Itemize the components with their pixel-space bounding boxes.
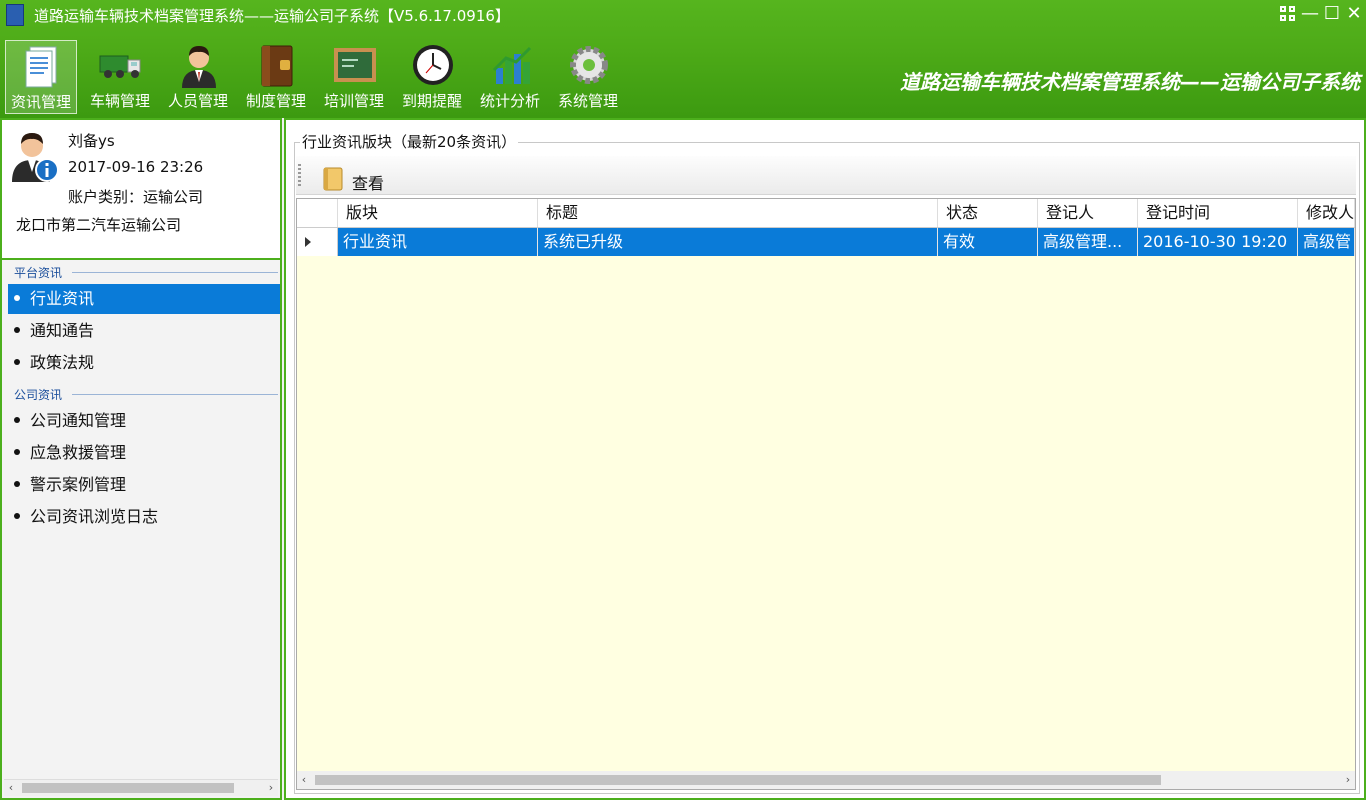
toolbar-personnel-management[interactable]: 人员管理: [162, 40, 234, 114]
toolbar-label: 车辆管理: [89, 92, 150, 110]
toolbar-label: 系统管理: [557, 92, 618, 110]
toolbar-system-management[interactable]: 系统管理: [552, 40, 624, 114]
scrollbar-thumb[interactable]: [315, 775, 1161, 785]
grid-icon: [1280, 6, 1296, 22]
cell-register-time[interactable]: 2016-10-30 19:20: [1138, 228, 1298, 256]
toolbar-statistics[interactable]: 统计分析: [474, 40, 546, 114]
toolbar-label: 人员管理: [167, 92, 228, 110]
user-info: 刘备ys 2017-09-16 23:26 账户类别：运输公司 龙口市第二汽车运…: [2, 120, 280, 260]
group-header-company: 公司资讯: [14, 388, 63, 402]
grid-header: 版块 标题 状态 登记人 登记时间 修改人: [297, 199, 1355, 228]
login-datetime: 2017-09-16 23:26: [68, 158, 204, 176]
sidebar-item-browse-log[interactable]: 公司资讯浏览日志: [8, 502, 280, 532]
scrollbar-thumb[interactable]: [22, 783, 234, 793]
divider: [72, 394, 278, 395]
sidebar-item-label: 应急救援管理: [30, 443, 127, 462]
chalkboard-icon: [334, 48, 376, 82]
left-panel: 刘备ys 2017-09-16 23:26 账户类别：运输公司 龙口市第二汽车运…: [0, 118, 282, 800]
column-header-modifier[interactable]: 修改人: [1298, 199, 1355, 227]
sidebar-item-policies[interactable]: 政策法规: [8, 348, 280, 378]
toolbar-news-management[interactable]: 资讯管理: [5, 40, 77, 114]
toolbar-label: 制度管理: [245, 92, 306, 110]
column-header-registrar[interactable]: 登记人: [1038, 199, 1138, 227]
group-header-platform: 平台资讯: [14, 266, 63, 280]
bullet: [14, 513, 20, 519]
sidebar-item-warning-cases[interactable]: 警示案例管理: [8, 470, 280, 500]
gear-icon: [570, 46, 608, 84]
account-type: 账户类别：运输公司: [68, 188, 204, 206]
app-icon: [6, 4, 24, 26]
notebook-icon: [323, 167, 343, 191]
news-document-icon: [25, 46, 57, 88]
close-button[interactable]: ✕: [1342, 2, 1366, 26]
sidebar-item-notices[interactable]: 通知通告: [8, 316, 280, 346]
bullet: [14, 359, 20, 365]
scroll-left-icon[interactable]: ‹: [297, 772, 311, 788]
toolbar-grip: [298, 164, 301, 186]
toolbar-label: 统计分析: [479, 92, 540, 110]
minimize-button[interactable]: —: [1298, 2, 1322, 26]
sidebar-item-label: 政策法规: [30, 353, 95, 372]
truck-icon: [99, 55, 141, 78]
cell-registrar[interactable]: 高级管理...: [1038, 228, 1138, 256]
toolbar-label: 培训管理: [323, 92, 384, 110]
sidebar-item-label: 公司资讯浏览日志: [30, 507, 159, 526]
column-header-title[interactable]: 标题: [538, 199, 938, 227]
main-panel: 行业资讯版块（最新20条资讯） 查看 版块 标题 状态 登记人 登记时间 修改人…: [284, 118, 1366, 800]
layout-grid-button[interactable]: [1276, 2, 1300, 26]
cell-status[interactable]: 有效: [938, 228, 1038, 256]
grid-toolbar: 查看: [296, 156, 1356, 195]
view-button-label: 查看: [352, 174, 385, 193]
toolbar-expiry-reminder[interactable]: 到期提醒: [396, 40, 468, 114]
user-avatar-icon: [12, 133, 59, 182]
maximize-button[interactable]: ☐: [1320, 2, 1344, 26]
grid-horizontal-scrollbar[interactable]: ‹ ›: [297, 771, 1355, 789]
window-title: 道路运输车辆技术档案管理系统——运输公司子系统【V5.6.17.0916】: [34, 7, 510, 25]
news-grid: 版块 标题 状态 登记人 登记时间 修改人 行业资讯 系统已升级 有效 高级管理…: [296, 198, 1356, 790]
sidebar-item-emergency-rescue[interactable]: 应急救援管理: [8, 438, 280, 468]
title-bar: 道路运输车辆技术档案管理系统——运输公司子系统【V5.6.17.0916】 — …: [0, 0, 1366, 30]
toolbar-training-management[interactable]: 培训管理: [318, 40, 390, 114]
user-name: 刘备ys: [68, 132, 115, 150]
person-icon: [182, 46, 216, 88]
toolbar-label: 资讯管理: [10, 93, 71, 111]
view-button[interactable]: 查看: [308, 160, 388, 193]
top-banner: 道路运输车辆技术档案管理系统——运输公司子系统【V5.6.17.0916】 — …: [0, 0, 1366, 118]
sidebar-item-industry-news[interactable]: 行业资讯: [8, 284, 280, 314]
column-header-section[interactable]: 版块: [338, 199, 538, 227]
brand-title: 道路运输车辆技术档案管理系统——运输公司子系统: [900, 70, 1360, 94]
bullet: [14, 481, 20, 487]
bar-chart-icon: [492, 46, 532, 84]
divider: [72, 272, 278, 273]
sidebar-horizontal-scrollbar[interactable]: ‹ ›: [4, 779, 278, 796]
sidebar-item-company-notices[interactable]: 公司通知管理: [8, 406, 280, 436]
row-header-corner: [297, 199, 338, 227]
bullet: [14, 417, 20, 423]
column-header-status[interactable]: 状态: [938, 199, 1038, 227]
current-row-icon: [305, 237, 311, 247]
sidebar-item-label: 公司通知管理: [30, 411, 127, 430]
row-selector[interactable]: [297, 228, 338, 256]
binder-icon: [261, 45, 293, 87]
sidebar-item-label: 警示案例管理: [30, 475, 127, 494]
company-name: 龙口市第二汽车运输公司: [16, 216, 182, 234]
toolbar-policy-management[interactable]: 制度管理: [240, 40, 312, 114]
cell-section[interactable]: 行业资讯: [338, 228, 538, 256]
scroll-left-icon[interactable]: ‹: [4, 780, 18, 796]
toolbar-label: 到期提醒: [401, 92, 462, 110]
scroll-right-icon[interactable]: ›: [264, 780, 278, 796]
section-title: 行业资讯版块（最新20条资讯）: [300, 131, 519, 152]
sidebar-item-label: 行业资讯: [30, 289, 95, 308]
bullet: [14, 449, 20, 455]
toolbar-vehicle-management[interactable]: 车辆管理: [84, 40, 156, 114]
table-row[interactable]: 行业资讯 系统已升级 有效 高级管理... 2016-10-30 19:20 高…: [297, 228, 1355, 256]
scroll-right-icon[interactable]: ›: [1341, 772, 1355, 788]
bullet: [14, 295, 20, 301]
column-header-register-time[interactable]: 登记时间: [1138, 199, 1298, 227]
sidebar-item-label: 通知通告: [30, 321, 95, 340]
cell-modifier[interactable]: 高级管: [1298, 228, 1355, 256]
cell-title[interactable]: 系统已升级: [538, 228, 938, 256]
clock-icon: [413, 45, 453, 85]
bullet: [14, 327, 20, 333]
